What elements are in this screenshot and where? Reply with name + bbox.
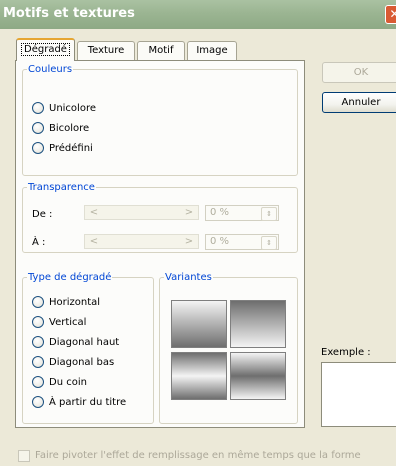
a-value[interactable]: 0 % [210, 236, 229, 247]
radio-circle[interactable] [32, 122, 44, 134]
radio-label: Horizontal [49, 297, 101, 308]
example-preview [321, 362, 396, 427]
de-spin-field[interactable]: 0 % ⇕ [205, 205, 279, 221]
de-label: De : [32, 209, 53, 220]
tab-degrade[interactable]: Dégradé [16, 38, 75, 61]
radio-label: Diagonal bas [49, 357, 115, 368]
spin-arrows-icon[interactable]: ⇕ [261, 207, 277, 221]
annuler-button-label: Annuler [341, 97, 381, 108]
tab-image[interactable]: Image [187, 41, 237, 60]
a-slider[interactable]: < > [84, 234, 199, 249]
couleurs-legend: Couleurs [28, 64, 73, 75]
window-title: Motifs et textures [3, 6, 135, 21]
variantes-group: Variantes [159, 272, 298, 424]
tab-motif[interactable]: Motif [137, 41, 185, 60]
a-label: À : [32, 237, 46, 248]
tab-texture-label: Texture [87, 45, 125, 56]
tab-motif-label: Motif [148, 45, 174, 56]
radio-circle[interactable] [32, 356, 44, 368]
exemple-label: Exemple : [321, 347, 371, 358]
type-degrade-legend: Type de dégradé [28, 272, 112, 283]
radio-label: À partir du titre [49, 397, 127, 408]
radio-label: Diagonal haut [49, 337, 120, 348]
close-button[interactable]: ✕ [385, 5, 396, 24]
tab-degrade-label: Dégradé [21, 43, 70, 56]
rotate-checkbox-label[interactable]: Faire pivoter l'effet de remplissage en … [35, 450, 361, 461]
spin-arrows-icon[interactable]: ⇕ [261, 236, 277, 250]
radio-label: Vertical [49, 317, 87, 328]
tab-panel: Couleurs Unicolore Bicolore Prédéfini Tr… [15, 60, 305, 428]
radio-circle[interactable] [32, 142, 44, 154]
couleurs-group: Couleurs [22, 64, 298, 176]
chevron-left-icon[interactable]: < [87, 206, 101, 219]
de-value[interactable]: 0 % [210, 207, 229, 218]
ok-button-label: OK [353, 67, 369, 78]
transparence-legend: Transparence [28, 182, 95, 193]
variant-swatch-3[interactable] [171, 352, 227, 400]
de-slider[interactable]: < > [84, 205, 199, 220]
chevron-right-icon[interactable]: > [182, 206, 196, 219]
radio-circle[interactable] [32, 336, 44, 348]
radio-circle[interactable] [32, 316, 44, 328]
radio-circle[interactable] [32, 396, 44, 408]
close-icon: ✕ [389, 7, 396, 21]
variant-swatch-1[interactable] [171, 300, 227, 348]
radio-circle[interactable] [32, 376, 44, 388]
annuler-button[interactable]: Annuler [322, 92, 396, 113]
radio-label: Unicolore [49, 103, 96, 114]
radio-label: Du coin [49, 377, 87, 388]
tab-image-label: Image [196, 45, 228, 56]
tab-texture[interactable]: Texture [77, 41, 135, 60]
variantes-legend: Variantes [165, 272, 212, 283]
radio-circle[interactable] [32, 296, 44, 308]
radio-label: Bicolore [49, 123, 90, 134]
radio-circle[interactable] [32, 102, 44, 114]
title-bar: Motifs et textures ✕ [0, 0, 396, 29]
chevron-right-icon[interactable]: > [182, 235, 196, 248]
chevron-left-icon[interactable]: < [87, 235, 101, 248]
variant-swatch-2[interactable] [230, 300, 286, 348]
a-spin-field[interactable]: 0 % ⇕ [205, 234, 279, 250]
variant-swatch-4[interactable] [230, 352, 286, 400]
ok-button[interactable]: OK [322, 62, 396, 83]
radio-label: Prédéfini [49, 143, 93, 154]
rotate-checkbox[interactable] [18, 450, 30, 462]
